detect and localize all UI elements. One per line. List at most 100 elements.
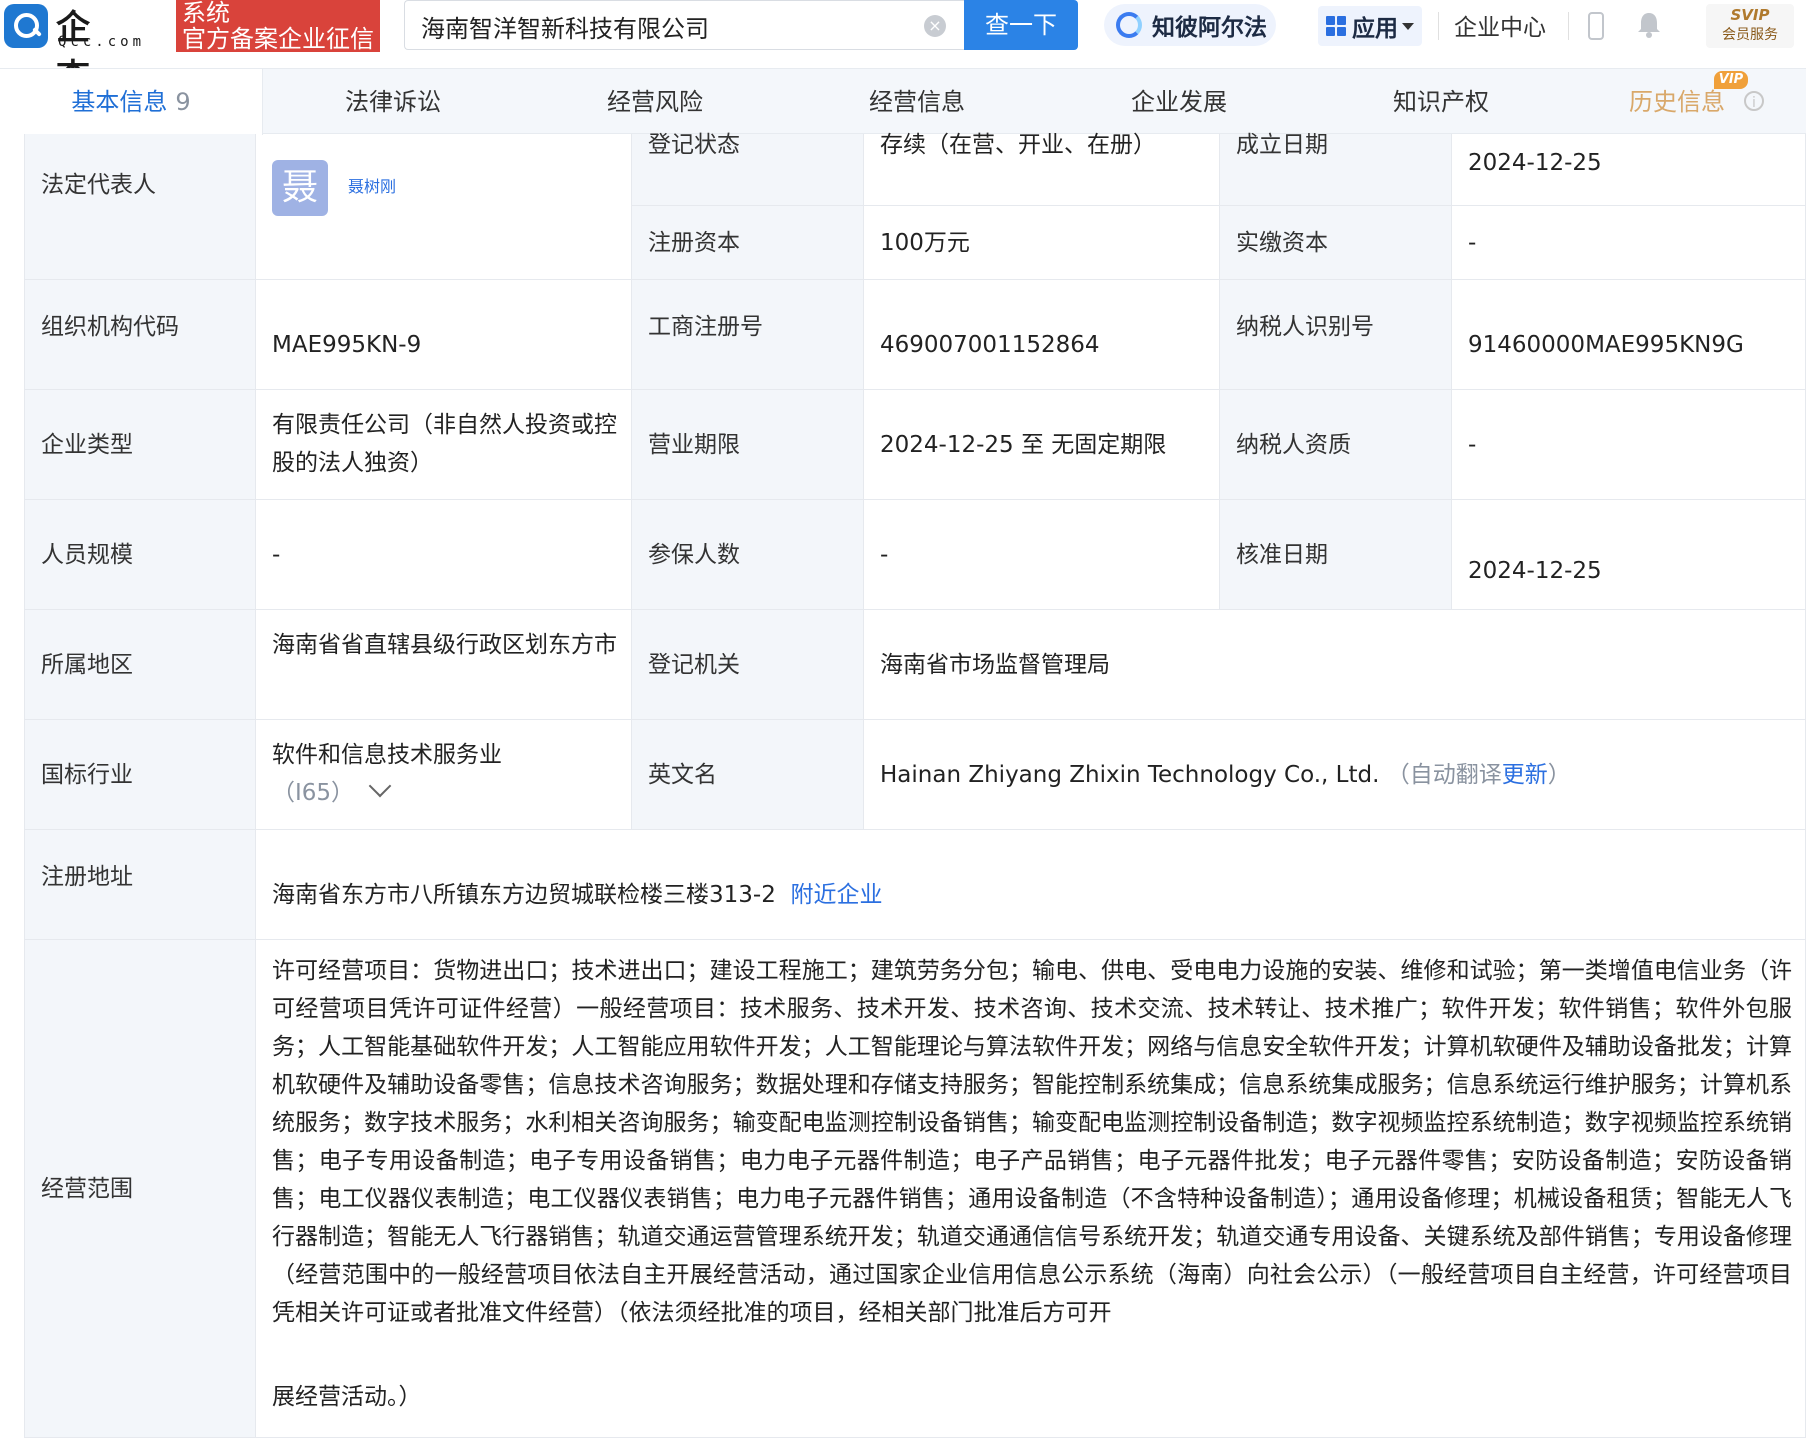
biz-reg-no-label-cell: 工商注册号 [632, 280, 864, 390]
taxpayer-id-label: 纳税人识别号 [1236, 314, 1374, 340]
ai-logo-icon [1116, 12, 1142, 38]
org-code-label-cell: 组织机构代码 [24, 280, 256, 390]
tab-label: 历史信息 [1629, 88, 1725, 116]
english-name-value-cell: Hainan Zhiyang Zhixin Technology Co., Lt… [864, 720, 1806, 830]
tab-count: 9 [175, 88, 191, 116]
industry-label: 国标行业 [41, 762, 133, 788]
taxpayer-id-value: 91460000MAE995KN9G [1468, 332, 1744, 358]
taxpayer-qual-value-cell: - [1452, 390, 1806, 500]
taxpayer-id-label-cell: 纳税人识别号 [1220, 280, 1452, 390]
legal-rep-name-link[interactable]: 聂树刚 [348, 168, 396, 206]
org-code-value: MAE995KN-9 [272, 332, 422, 358]
biz-reg-no-value-cell: 469007001152864 [864, 280, 1220, 390]
approval-date-value-cell: 2024-12-25 [1452, 500, 1806, 610]
org-code-label: 组织机构代码 [41, 314, 179, 340]
auto-translate-suffix: ） [1547, 762, 1571, 788]
reg-address-label-cell: 注册地址 [24, 830, 256, 940]
biz-reg-no-label: 工商注册号 [648, 314, 763, 340]
reg-authority-value-cell: 海南省市场监督管理局 [864, 610, 1806, 720]
reg-address-value: 海南省东方市八所镇东方边贸城联检楼三楼313-2 [272, 882, 776, 908]
approval-date-value: 2024-12-25 [1468, 558, 1602, 584]
auto-translate-prefix: （自动翻译 [1386, 762, 1502, 788]
search-button[interactable]: 查一下 [964, 0, 1078, 50]
nearby-companies-link[interactable]: 附近企业 [790, 882, 882, 908]
reg-status-value: 存续（在营、开业、在册） [880, 132, 1156, 158]
found-date-value-cell: 2024-12-25 [1452, 134, 1806, 206]
paid-capital-label: 实缴资本 [1236, 230, 1328, 256]
region-value-cell: 海南省省直辖县级行政区划东方市 [256, 610, 632, 720]
scope-value-cell: 许可经营项目：货物进出口；技术进出口；建设工程施工；建筑劳务分包；输电、供电、受… [256, 940, 1806, 1438]
industry-label-cell: 国标行业 [24, 720, 256, 830]
taxpayer-qual-label-cell: 纳税人资质 [1220, 390, 1452, 500]
chevron-down-icon [368, 774, 392, 798]
mobile-icon[interactable] [1588, 12, 1604, 40]
search-input[interactable] [419, 7, 923, 45]
biz-reg-no-value: 469007001152864 [880, 332, 1100, 358]
badge-line-2: 官方备案企业征信 [182, 25, 374, 53]
taxpayer-qual-value: - [1468, 432, 1477, 458]
vip-badge: VIP [1714, 71, 1748, 89]
bell-icon[interactable] [1636, 10, 1662, 38]
english-name-line: Hainan Zhiyang Zhixin Technology Co., Lt… [880, 756, 1571, 794]
legal-rep-label-cell: 法定代表人 [24, 134, 256, 280]
insured-value-cell: - [864, 500, 1220, 610]
divider [1568, 12, 1569, 40]
badge-line-1: 系统 [182, 0, 230, 27]
paid-capital-value: - [1468, 230, 1477, 256]
clear-icon[interactable]: × [924, 15, 946, 37]
apps-menu-button[interactable]: 应用 [1318, 6, 1422, 46]
reg-address-line: 海南省东方市八所镇东方边贸城联检楼三楼313-2 附近企业 [272, 876, 882, 914]
avatar: 聂 [272, 160, 328, 216]
reg-authority-label-cell: 登记机关 [632, 610, 864, 720]
ai-assistant-button[interactable]: 知彼阿尔法 [1104, 4, 1276, 46]
tab-basic-info[interactable]: 基本信息 9 [0, 69, 263, 135]
top-bar: 企查查 Qcc.com 系统 官方备案企业征信 × 查一下 知彼阿尔法 应用 企… [0, 0, 1806, 146]
tab-label: 基本信息 [71, 88, 168, 116]
svip-sub-label: 会员服务 [1722, 27, 1778, 43]
approval-date-label-cell: 核准日期 [1220, 500, 1452, 610]
paid-capital-label-cell: 实缴资本 [1220, 206, 1452, 280]
enterprise-center-link[interactable]: 企业中心 [1454, 8, 1546, 42]
region-value: 海南省省直辖县级行政区划东方市 [272, 632, 617, 658]
update-translation-link[interactable]: 更新 [1502, 762, 1548, 788]
found-date-label: 成立日期 [1236, 132, 1328, 158]
industry-code: （I65） [272, 780, 355, 806]
reg-status-value-cell: 存续（在营、开业、在册） [864, 132, 1220, 206]
insured-label: 参保人数 [648, 542, 740, 568]
staff-size-label-cell: 人员规模 [24, 500, 256, 610]
official-badge: 系统 官方备案企业征信 [176, 0, 380, 52]
english-name-label-cell: 英文名 [632, 720, 864, 830]
org-code-value-cell: MAE995KN-9 [256, 280, 632, 390]
reg-address-label: 注册地址 [41, 864, 133, 890]
english-name-value: Hainan Zhiyang Zhixin Technology Co., Lt… [880, 762, 1380, 788]
legal-rep-label: 法定代表人 [41, 172, 156, 198]
company-type-label-cell: 企业类型 [24, 390, 256, 500]
company-type-label: 企业类型 [41, 432, 133, 458]
scope-tail: 展经营活动。） [272, 1384, 422, 1410]
reg-capital-value-cell: 100万元 [864, 206, 1220, 280]
approval-date-label: 核准日期 [1236, 542, 1328, 568]
tab-legal-cases[interactable]: 法律诉讼 [262, 69, 524, 135]
reg-status-label: 登记状态 [648, 132, 740, 158]
svip-label: SVIP [1730, 6, 1770, 24]
paid-capital-value-cell: - [1452, 206, 1806, 280]
divider [1438, 12, 1439, 40]
ai-assistant-label: 知彼阿尔法 [1152, 15, 1267, 41]
found-date-value: 2024-12-25 [1468, 150, 1602, 176]
svip-member-button[interactable]: SVIP 会员服务 [1706, 4, 1794, 48]
tab-ip[interactable]: 知识产权 [1310, 69, 1572, 135]
reg-capital-label-cell: 注册资本 [632, 206, 864, 280]
industry-code-toggle[interactable]: （I65） [272, 774, 392, 812]
search-box: × [404, 0, 964, 50]
scope-value: 许可经营项目：货物进出口；技术进出口；建设工程施工；建筑劳务分包；输电、供电、受… [272, 958, 1792, 1326]
apps-label: 应用 [1352, 16, 1398, 42]
reg-address-value-cell: 海南省东方市八所镇东方边贸城联检楼三楼313-2 附近企业 [256, 830, 1806, 940]
found-date-label-cell: 成立日期 [1220, 132, 1452, 206]
reg-capital-label: 注册资本 [648, 230, 740, 256]
chevron-down-icon [1402, 22, 1414, 30]
biz-term-label: 营业期限 [648, 432, 740, 458]
insured-value: - [880, 542, 889, 568]
info-icon[interactable]: i [1744, 91, 1764, 111]
biz-term-label-cell: 营业期限 [632, 390, 864, 500]
staff-size-label: 人员规模 [41, 542, 133, 568]
